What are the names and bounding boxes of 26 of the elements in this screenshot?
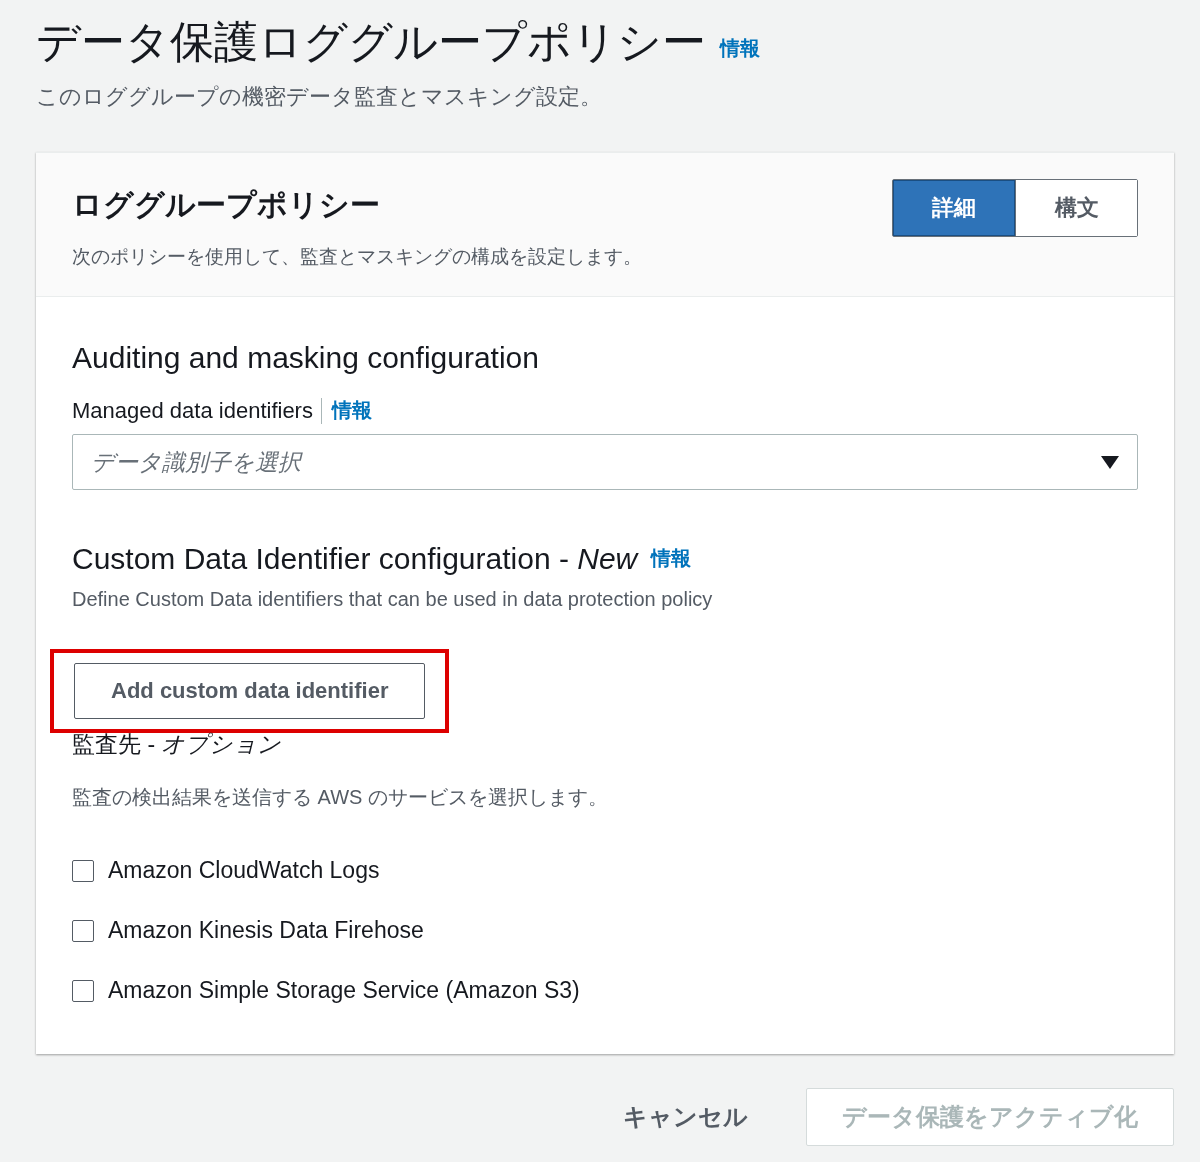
field-label: Managed data identifiers [72, 397, 322, 424]
card-title: ロググループポリシー [72, 187, 381, 223]
checkbox[interactable] [72, 919, 94, 942]
checkbox-label: Amazon Kinesis Data Firehose [108, 917, 424, 944]
section-description: Define Custom Data identifiers that can be used in data protection policy [72, 588, 714, 611]
checkbox-label: Amazon CloudWatch Logs [108, 857, 380, 884]
checkbox-label: Amazon Simple Storage Service (Amazon S3) [108, 977, 580, 1004]
add-identifier-button[interactable]: Add custom data identifier [74, 663, 426, 719]
info-link[interactable]: 情報 [331, 397, 372, 424]
cancel-button[interactable]: キャンセル [617, 1100, 754, 1134]
checkbox[interactable] [72, 859, 94, 882]
identifier-select[interactable]: データ識別子を選択 [72, 434, 1138, 490]
field-description: 監査の検出結果を送信する AWS のサービスを選択します。 [72, 785, 609, 810]
section-heading: Custom Data Identifier configuration - New [72, 542, 638, 576]
card-description: 次のポリシーを使用して、監査とマスキングの構成を設定します。 [72, 245, 642, 269]
section-heading: Auditing and masking configuration [72, 341, 540, 375]
page-subtitle: このロググループの機密データ監査とマスキング設定。 [36, 83, 603, 111]
page-title: データ保護ロググループポリシー [36, 16, 706, 68]
field-label: 監査先 - オプション [72, 730, 283, 759]
checkbox[interactable] [72, 979, 94, 1002]
toggle-tab[interactable]: 構文 [1015, 180, 1137, 236]
toggle-tab[interactable]: 詳細 [893, 180, 1015, 236]
select-placeholder: データ識別子を選択 [91, 447, 301, 477]
info-link[interactable]: 情報 [720, 35, 760, 62]
caret-icon [1101, 455, 1119, 469]
info-link[interactable]: 情報 [651, 545, 692, 572]
